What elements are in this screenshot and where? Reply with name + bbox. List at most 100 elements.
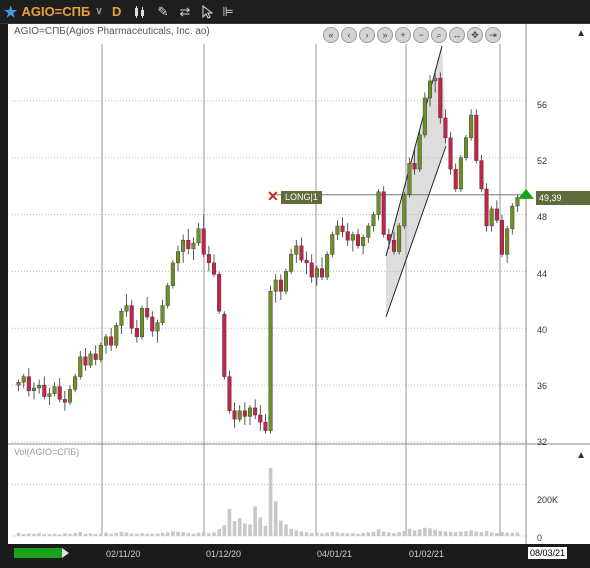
candle bbox=[232, 410, 237, 420]
volume-bar bbox=[469, 530, 473, 536]
move-icon[interactable]: ✥ bbox=[467, 27, 483, 43]
candle bbox=[443, 117, 448, 139]
cursor-icon[interactable] bbox=[198, 3, 216, 20]
candle bbox=[124, 305, 129, 312]
candle bbox=[479, 160, 484, 190]
candle bbox=[381, 191, 386, 235]
volume-bar bbox=[145, 533, 149, 536]
volume-bar bbox=[124, 532, 129, 536]
volume-bar bbox=[201, 532, 206, 536]
volume-bar bbox=[135, 533, 139, 536]
volume-bar bbox=[140, 533, 144, 536]
volume-bar bbox=[42, 534, 47, 536]
candle bbox=[330, 234, 335, 255]
candle bbox=[345, 231, 350, 241]
volume-bar bbox=[165, 532, 170, 536]
candle bbox=[170, 262, 175, 286]
candle bbox=[206, 254, 211, 264]
candle bbox=[361, 237, 366, 247]
end-icon[interactable]: ⇥ bbox=[485, 27, 501, 43]
candle bbox=[356, 234, 361, 247]
candle bbox=[68, 389, 73, 403]
volume-bar bbox=[155, 533, 160, 536]
symbol-selector[interactable]: ★ AGIO=СПБ ∨ bbox=[4, 3, 103, 21]
candle bbox=[32, 387, 37, 392]
candle bbox=[320, 268, 325, 278]
candles-icon[interactable] bbox=[131, 3, 149, 20]
last-icon[interactable]: » bbox=[377, 27, 393, 43]
chart-area[interactable]: AGIO=СПБ(Agios Pharmaceuticals, Inc. ao)… bbox=[8, 24, 590, 544]
volume-bar bbox=[294, 530, 299, 536]
candle bbox=[417, 134, 422, 170]
candle bbox=[155, 322, 160, 332]
volume-bar bbox=[160, 532, 165, 536]
first-icon[interactable]: « bbox=[323, 27, 339, 43]
draw-icon[interactable]: ✎ bbox=[154, 3, 172, 20]
x-tick-label: 01/02/21 bbox=[409, 549, 445, 559]
back-icon[interactable]: ‹ bbox=[341, 27, 357, 43]
candle bbox=[26, 376, 31, 392]
settings-icon[interactable]: ⊫ bbox=[219, 3, 237, 20]
volume-bar bbox=[27, 533, 31, 536]
candle bbox=[289, 254, 294, 272]
trade-icon[interactable]: ⇄ bbox=[176, 3, 194, 20]
candle bbox=[407, 163, 412, 195]
collapse-price-icon[interactable]: ▲ bbox=[576, 28, 586, 39]
candle bbox=[376, 191, 381, 215]
volume-bar bbox=[114, 532, 119, 536]
volume-bar bbox=[186, 533, 191, 536]
candle bbox=[165, 285, 170, 306]
candle bbox=[484, 188, 489, 227]
collapse-volume-icon[interactable]: ▲ bbox=[576, 450, 586, 461]
volume-bar bbox=[484, 530, 489, 536]
candle bbox=[294, 245, 299, 255]
candle bbox=[494, 208, 499, 221]
candle bbox=[314, 268, 319, 278]
price-chart[interactable] bbox=[8, 24, 590, 544]
volume-bar bbox=[510, 532, 515, 536]
current-date-label: 08/03/21 bbox=[528, 547, 568, 559]
scroll-right-icon[interactable] bbox=[62, 548, 69, 558]
chart-controls: « ‹ › » + − ⌕ ↔ ✥ ⇥ bbox=[323, 27, 501, 43]
candle bbox=[510, 205, 515, 229]
candle bbox=[78, 356, 83, 377]
candle bbox=[103, 336, 108, 346]
zoom-out-icon[interactable]: − bbox=[413, 27, 429, 43]
volume-bar bbox=[371, 531, 376, 536]
volume-bar bbox=[21, 533, 26, 536]
candle bbox=[253, 407, 258, 416]
candle bbox=[227, 376, 232, 411]
volume-bar bbox=[479, 531, 484, 536]
dropdown-icon[interactable]: ∨ bbox=[95, 6, 102, 17]
position-label[interactable]: LONG|1 bbox=[281, 191, 322, 204]
candle bbox=[304, 259, 309, 264]
volume-bar bbox=[227, 509, 232, 536]
star-icon[interactable]: ★ bbox=[4, 3, 17, 21]
candle bbox=[114, 325, 119, 346]
volume-bar bbox=[505, 532, 509, 536]
volume-bar bbox=[315, 532, 319, 536]
volume-bar bbox=[361, 532, 365, 536]
period-selector[interactable]: D bbox=[112, 3, 121, 20]
scrollbar-thumb[interactable] bbox=[14, 548, 62, 558]
volume-bar bbox=[83, 533, 88, 536]
x-tick-label: 04/01/21 bbox=[317, 549, 353, 559]
candle bbox=[366, 225, 371, 238]
volume-bar bbox=[52, 533, 57, 536]
volume-bar bbox=[57, 534, 62, 536]
candle bbox=[500, 220, 505, 255]
volume-bar bbox=[73, 532, 77, 536]
zoom-in-icon[interactable]: + bbox=[395, 27, 411, 43]
volume-bar bbox=[366, 532, 371, 536]
toolbar: ★ AGIO=СПБ ∨ D ✎ ⇄ ⊫ bbox=[0, 0, 590, 24]
candle bbox=[175, 251, 180, 264]
candle bbox=[474, 114, 479, 161]
volume-bar bbox=[325, 532, 329, 536]
volume-bar bbox=[37, 533, 41, 536]
volume-bar bbox=[104, 532, 108, 536]
fit-icon[interactable]: ↔ bbox=[449, 27, 465, 43]
forward-icon[interactable]: › bbox=[359, 27, 375, 43]
zoom-search-icon[interactable]: ⌕ bbox=[431, 27, 447, 43]
last-price-label: 49,39 bbox=[536, 191, 590, 205]
close-position-icon[interactable]: ✕ bbox=[267, 188, 279, 205]
